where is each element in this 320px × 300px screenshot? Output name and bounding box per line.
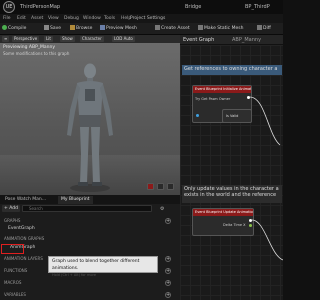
toolbar: Compile Save Browse Preview Mesh Create … <box>0 23 283 35</box>
record-button[interactable] <box>147 183 154 190</box>
compile-label: Compile <box>8 26 27 31</box>
stop-button[interactable] <box>167 183 174 190</box>
tab-my-blueprint[interactable]: My Blueprint <box>58 196 93 204</box>
graph-item-animgraph[interactable]: AnimGraph <box>0 244 170 252</box>
make-static-mesh-label: Make Static Mesh <box>204 26 244 31</box>
graph-item-eventgraph[interactable]: EventGraph <box>0 225 170 233</box>
diff-label: Diff <box>263 26 271 31</box>
browse-button[interactable]: Browse <box>70 25 92 33</box>
character-button[interactable]: Character <box>80 36 104 42</box>
my-blueprint-panel: Pose Watch Man... My Blueprint + Add Sea… <box>0 195 180 300</box>
lit-button[interactable]: Lit <box>44 36 53 42</box>
perspective-button[interactable]: Perspective <box>12 36 40 42</box>
tab-pose-watch-manager[interactable]: Pose Watch Man... <box>2 196 49 204</box>
menu-tools[interactable]: Tools <box>104 14 115 23</box>
section-variables[interactable]: VARIABLES <box>0 291 170 299</box>
save-button[interactable]: Save <box>44 25 61 33</box>
animgraph-tooltip: Graph used to blend together different a… <box>48 256 158 277</box>
event-graph-canvas[interactable]: Event Graph ABP_Manny Get references to … <box>180 35 283 300</box>
section-animation-graphs[interactable]: ANIMATION GRAPHS <box>0 235 170 243</box>
static-mesh-icon <box>198 25 203 30</box>
title-tab-bar: UE ThirdPersonMap Bridge BP_ThirdP <box>0 0 283 14</box>
diff-icon <box>257 25 262 30</box>
save-label: Save <box>50 26 62 31</box>
preview-mesh-button[interactable]: Preview Mesh <box>100 25 137 33</box>
animgraph-highlight-box <box>1 244 24 254</box>
diff-button[interactable]: Diff <box>257 25 271 33</box>
compile-check-icon <box>2 25 7 30</box>
make-static-mesh-button[interactable]: Make Static Mesh <box>198 25 243 33</box>
viewport-info-title: Previewing ABP_Manny <box>3 45 56 50</box>
mesh-icon <box>100 25 105 30</box>
menu-asset[interactable]: Asset <box>31 14 43 23</box>
section-macros[interactable]: MACROS <box>0 279 170 287</box>
add-animation-layer-icon[interactable]: + <box>165 256 171 262</box>
menu-window[interactable]: Window <box>83 14 101 23</box>
tab-thirdpersonmap[interactable]: ThirdPersonMap <box>20 2 60 13</box>
menu-debug[interactable]: Debug <box>64 14 79 23</box>
folder-icon <box>70 25 75 30</box>
menu-file[interactable]: File <box>3 14 11 23</box>
preview-mesh-label: Preview Mesh <box>106 26 137 31</box>
add-macro-icon[interactable]: + <box>165 280 171 286</box>
graph-wires <box>249 96 283 261</box>
create-asset-button[interactable]: Create Asset <box>155 25 190 33</box>
create-asset-label: Create Asset <box>161 26 190 31</box>
section-graphs[interactable]: GRAPHS <box>0 217 170 225</box>
browse-label: Browse <box>76 26 93 31</box>
mannequin-character <box>67 63 113 192</box>
tooltip-hint: Hold (Ctrl + Alt) for more <box>52 273 97 277</box>
playback-controls <box>147 183 174 191</box>
blueprint-search-input[interactable]: Search <box>22 205 152 212</box>
lod-button[interactable]: LOD Auto <box>112 36 135 42</box>
save-icon <box>44 25 49 30</box>
menu-bar: File Edit Asset View Debug Window Tools … <box>0 14 283 23</box>
compile-button[interactable]: Compile <box>2 25 26 33</box>
tooltip-title: Graph used to blend together different a… <box>52 259 140 271</box>
add-variable-icon[interactable]: + <box>165 292 171 298</box>
add-function-icon[interactable]: + <box>165 268 171 274</box>
add-graph-icon[interactable]: + <box>165 218 171 224</box>
viewport-options-button[interactable]: ≡ <box>2 36 10 42</box>
add-button[interactable]: + Add <box>2 205 20 212</box>
menu-view[interactable]: View <box>48 14 59 23</box>
tab-bp-thirdperson[interactable]: BP_ThirdP <box>245 2 270 13</box>
settings-gear-icon[interactable]: ⚙ <box>160 206 164 212</box>
pause-button[interactable] <box>157 183 164 190</box>
create-asset-icon <box>155 25 160 30</box>
unreal-logo-icon[interactable]: UE <box>3 1 15 13</box>
tab-bridge[interactable]: Bridge <box>185 2 201 13</box>
project-settings-button[interactable]: Project Settings <box>130 14 165 23</box>
viewport-header: ≡ Perspective Lit Show Character LOD Aut… <box>0 35 180 43</box>
preview-viewport[interactable]: ≡ Perspective Lit Show Character LOD Aut… <box>0 35 180 195</box>
menu-edit[interactable]: Edit <box>17 14 26 23</box>
show-button[interactable]: Show <box>60 36 75 42</box>
blueprint-search-row: + Add Search ⚙ <box>0 204 180 214</box>
bottom-tab-bar: Pose Watch Man... My Blueprint <box>0 195 180 204</box>
